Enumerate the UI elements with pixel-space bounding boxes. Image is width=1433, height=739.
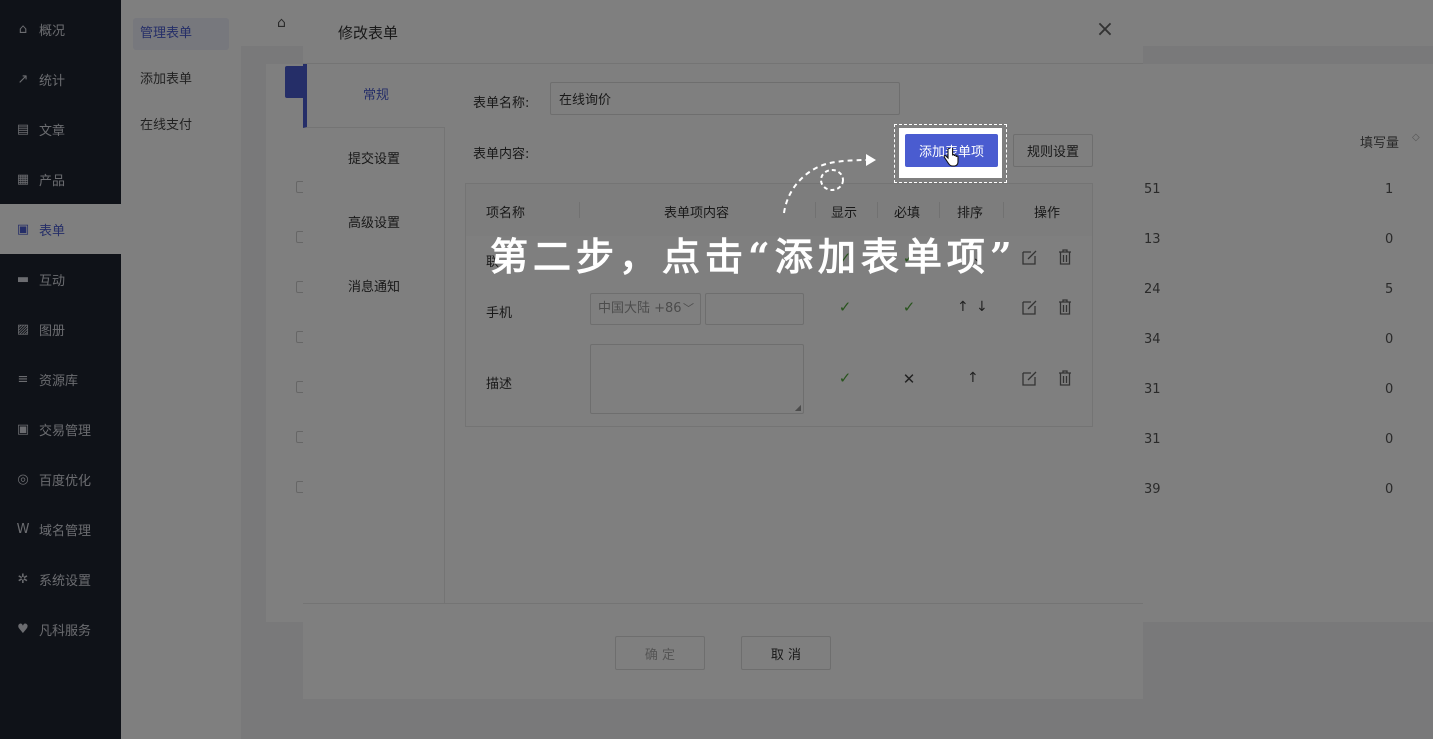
- edit-icon[interactable]: [1021, 298, 1039, 316]
- item-name: 描述: [486, 377, 513, 392]
- country-code-select[interactable]: 中国大陆 +86 ﹀: [590, 293, 701, 325]
- tab-notifications[interactable]: 消息通知: [303, 256, 445, 320]
- edit-icon[interactable]: [1021, 248, 1039, 266]
- dialog-footer: 确 定 取 消: [303, 603, 1143, 699]
- form-content-label: 表单内容:: [473, 147, 530, 162]
- dialog-title: 修改表单: [338, 24, 399, 42]
- tab-advanced-settings[interactable]: 高级设置: [303, 192, 445, 256]
- column-header: 排序: [957, 206, 984, 221]
- edit-icon[interactable]: [1021, 369, 1039, 387]
- tutorial-arrow-icon: [783, 154, 876, 214]
- cross-icon[interactable]: ✕: [901, 371, 917, 387]
- hand-cursor-icon: [943, 148, 959, 167]
- rule-settings-button[interactable]: 规则设置: [1013, 134, 1093, 167]
- column-divider: [939, 202, 940, 218]
- form-name-input[interactable]: [550, 82, 900, 115]
- resize-handle-icon[interactable]: ◢: [795, 403, 801, 412]
- column-divider: [1003, 202, 1004, 218]
- country-code-value: 中国大陆 +86: [598, 301, 682, 316]
- tutorial-step-text: 第二步，点击“添加表单项”: [490, 234, 1017, 279]
- tab-submit-settings[interactable]: 提交设置: [303, 128, 445, 192]
- dialog-tabs: 常规 提交设置 高级设置 消息通知: [303, 64, 445, 604]
- column-header: 表单项内容: [664, 206, 730, 221]
- check-icon[interactable]: ✓: [837, 370, 853, 386]
- chevron-down-icon: ﹀: [683, 302, 694, 315]
- move-down-icon[interactable]: ↓: [976, 299, 988, 315]
- edit-form-dialog: 修改表单 × 常规 提交设置 高级设置 消息通知 表单名称: 表单内容: 添加表…: [303, 0, 1143, 699]
- description-textarea[interactable]: ◢: [590, 344, 804, 414]
- column-header: 项名称: [486, 206, 526, 221]
- delete-icon[interactable]: [1056, 248, 1074, 266]
- check-icon[interactable]: ✓: [837, 299, 853, 315]
- check-icon[interactable]: ✓: [901, 299, 917, 315]
- tab-general[interactable]: 常规: [303, 64, 445, 128]
- column-header: 必填: [894, 206, 921, 221]
- column-header: 操作: [1034, 206, 1061, 221]
- move-up-icon[interactable]: ↑: [957, 299, 969, 315]
- item-name: 手机: [486, 306, 513, 321]
- form-name-label: 表单名称:: [473, 96, 530, 111]
- confirm-button[interactable]: 确 定: [615, 636, 705, 670]
- cancel-button[interactable]: 取 消: [741, 636, 831, 670]
- close-icon[interactable]: ×: [1093, 18, 1117, 42]
- phone-number-input[interactable]: [705, 293, 804, 325]
- column-divider: [579, 202, 580, 218]
- delete-icon[interactable]: [1056, 369, 1074, 387]
- dialog-header: 修改表单 ×: [303, 0, 1143, 64]
- delete-icon[interactable]: [1056, 298, 1074, 316]
- move-up-icon[interactable]: ↑: [967, 370, 979, 386]
